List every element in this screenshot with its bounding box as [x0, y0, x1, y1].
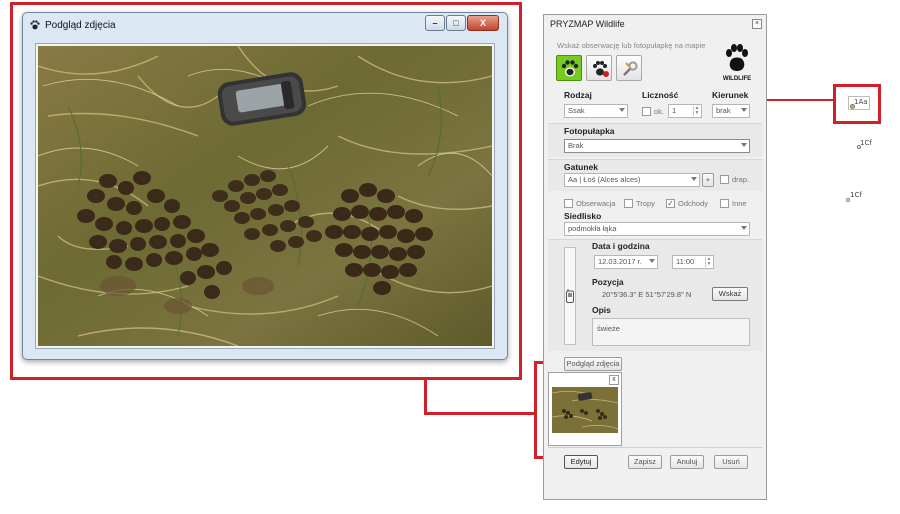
delete-button[interactable]: Usuń [714, 455, 748, 469]
date-value: 12.03.2017 r. [598, 257, 642, 266]
minimize-button[interactable]: – [425, 15, 445, 31]
edit-button[interactable]: Edytuj [564, 455, 598, 469]
close-icon: X [479, 18, 486, 28]
photo-preview-titlebar[interactable]: Podgląd zdjęcia – □ X [23, 13, 507, 39]
siedlisko-label: Siedlisko [564, 211, 602, 221]
paw-icon [29, 19, 41, 31]
photo-frame [35, 43, 495, 349]
fotopulapka-select[interactable]: Brak [564, 139, 750, 153]
thumbnail-close-button[interactable]: x [609, 375, 619, 385]
marker-point-icon [850, 104, 855, 109]
kierunek-select[interactable]: brak [712, 104, 750, 118]
camera-trap-tool-button[interactable] [586, 55, 612, 81]
photo-preview-window: Podgląd zdjęcia – □ X [22, 12, 508, 360]
wskaz-button[interactable]: Wskaż [712, 287, 748, 301]
observation-tool-button[interactable] [556, 55, 582, 81]
fotopulapka-value: Brak [568, 141, 584, 150]
chevron-down-icon [649, 259, 655, 263]
count-value: 1 [672, 106, 677, 115]
close-button[interactable]: X [467, 15, 499, 31]
cancel-button[interactable]: Anuluj [670, 455, 704, 469]
odchody-label: Odchody [678, 199, 709, 208]
bear-paw-logo-icon [726, 44, 748, 71]
panel-close-button[interactable]: × [752, 19, 762, 29]
fotopulapka-label: Fotopułapka [564, 126, 615, 136]
settings-tool-button[interactable] [616, 55, 642, 81]
approx-checkbox[interactable] [642, 107, 651, 116]
add-species-button[interactable]: + [702, 173, 714, 187]
stepper-arrows-icon: ▲ ▼ [693, 105, 700, 116]
photo-preview-title: Podgląd zdjęcia [45, 20, 116, 31]
inne-checkbox[interactable] [720, 199, 729, 208]
chevron-down-icon [619, 108, 625, 112]
opis-value: świeże [597, 324, 620, 333]
gatunek-select[interactable]: Aa | Łoś (Alces alces) [564, 173, 700, 187]
thumbnail-image[interactable] [552, 387, 618, 433]
chevron-down-icon [741, 143, 747, 147]
kierunek-label: Kierunek [712, 90, 749, 100]
position-value: 20°5'36.3" E 51°57'29.8" N [602, 290, 692, 299]
drap-checkbox[interactable] [720, 175, 729, 184]
map-marker-label: 1Cf [860, 139, 872, 147]
tropy-label: Tropy [636, 199, 655, 208]
siedlisko-value: podmokła łąka [568, 224, 617, 233]
save-button[interactable]: Zapisz [628, 455, 662, 469]
licznosc-label: Liczność [642, 90, 679, 100]
time-value: 11:00 [676, 257, 695, 266]
opis-label: Opis [592, 305, 611, 315]
odchody-checkbox[interactable]: ✓ [666, 199, 675, 208]
gps-device-icon [566, 289, 574, 305]
tropy-checkbox[interactable] [624, 199, 633, 208]
panel-title: PRYZMAP Wildlife [550, 19, 625, 29]
annotation-connector-h [424, 377, 427, 415]
map-marker-label: 1Cf [850, 191, 862, 199]
time-stepper[interactable]: 11:00 ▲ ▼ [672, 255, 714, 269]
obserwacja-checkbox[interactable] [564, 199, 573, 208]
rodzaj-select[interactable]: Ssak [564, 104, 628, 118]
paw-camera-icon [593, 61, 609, 77]
opis-textarea[interactable]: świeże [592, 318, 750, 346]
siedlisko-select[interactable]: podmokła łąka [564, 222, 750, 236]
maximize-button[interactable]: □ [446, 15, 466, 31]
date-picker[interactable]: 12.03.2017 r. [594, 255, 658, 269]
photo-image [38, 46, 492, 346]
rodzaj-value: Ssak [568, 106, 585, 115]
wrench-icon [623, 61, 638, 76]
photo-preview-button[interactable]: Podgląd zdjęcia [564, 357, 622, 371]
map-marker-label: 1Aa [854, 98, 868, 106]
maximize-icon: □ [453, 18, 459, 28]
gatunek-value: Aa | Łoś (Alces alces) [568, 175, 641, 184]
chevron-down-icon [741, 108, 747, 112]
minimize-icon: – [432, 18, 438, 28]
obserwacja-label: Obserwacja [576, 199, 616, 208]
gatunek-label: Gatunek [564, 162, 599, 172]
wildlife-logo: WILDLIFE [720, 41, 754, 87]
panel-hint: Wskaż obserwację lub fotopułapkę na mapi… [557, 41, 706, 50]
inne-label: Inne [732, 199, 747, 208]
chevron-down-icon [691, 177, 697, 181]
approx-label: ok. [654, 107, 665, 116]
paw-icon [561, 60, 579, 77]
drap-label: drap. [732, 175, 750, 184]
data-label: Data i godzina [592, 241, 650, 251]
stepper-arrows-icon: ▲ ▼ [705, 256, 712, 267]
rodzaj-label: Rodzaj [564, 90, 592, 100]
kierunek-value: brak [716, 106, 731, 115]
pozycja-label: Pozycja [592, 277, 624, 287]
annotation-connector-h2 [424, 412, 536, 415]
thumbnail-popup: x [548, 372, 622, 446]
chevron-down-icon [741, 226, 747, 230]
logo-text: WILDLIFE [722, 76, 752, 82]
count-stepper[interactable]: 1 ▲ ▼ [668, 104, 702, 118]
bottom-bar-divider [548, 447, 762, 448]
